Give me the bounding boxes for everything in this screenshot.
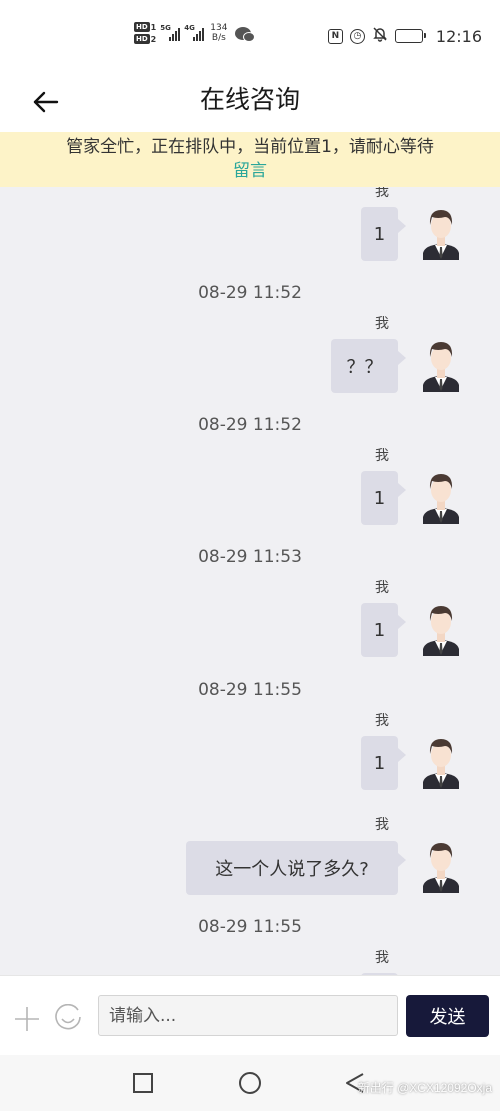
battery-icon — [394, 29, 426, 43]
send-button[interactable]: 发送 — [406, 995, 489, 1037]
message-sender: 我 — [375, 950, 389, 966]
page-title: 在线咨询 — [199, 85, 300, 114]
hd-badge-2: HD 2 — [134, 34, 157, 44]
message-sender: 我 — [375, 580, 389, 596]
message-sender: 我 — [375, 448, 389, 464]
message-timestamp: 08-29 11:55 — [198, 680, 302, 700]
user-avatar — [423, 342, 459, 392]
bell-off-icon — [372, 26, 388, 46]
message-bubble[interactable]: 1 — [361, 603, 406, 657]
recent-apps-icon[interactable] — [131, 1071, 155, 1095]
queue-notice: 管家全忙，正在排队中，当前位置1，请耐心等待 留言 — [0, 132, 500, 187]
message-sender: 我 — [375, 316, 389, 332]
watermark: 新出行 @XCX12092Oxja — [357, 1081, 492, 1095]
message-bubble[interactable]: ？？ — [331, 339, 406, 393]
user-avatar — [423, 606, 459, 656]
message-sender: 我 — [375, 817, 389, 833]
user-avatar — [423, 739, 459, 789]
status-right: N ◷ 12:16 — [327, 26, 482, 46]
user-avatar — [423, 210, 459, 260]
signal-5g-icon: 5G — [160, 24, 181, 41]
emoji-icon[interactable] — [54, 1004, 82, 1032]
nfc-icon: N — [327, 28, 343, 44]
queue-notice-text: 管家全忙，正在排队中，当前位置1，请耐心等待 — [66, 137, 434, 157]
net-speed: 134 B/s — [210, 23, 228, 43]
message-bubble[interactable]: 1 — [361, 207, 406, 261]
message-bubble[interactable]: 这一个人说了多久? — [186, 841, 406, 895]
wechat-icon — [235, 26, 256, 42]
message-timestamp: 08-29 11:52 — [198, 283, 302, 303]
message-sender: 我 — [375, 713, 389, 729]
message-input[interactable] — [98, 995, 398, 1036]
signal-4g-icon: 4G — [184, 24, 205, 41]
plus-icon[interactable] — [14, 1006, 40, 1032]
user-avatar — [423, 474, 459, 524]
clock: 12:16 — [435, 26, 482, 46]
message-bubble[interactable]: 1 — [361, 736, 406, 790]
message-bubble[interactable]: 1 — [361, 471, 406, 525]
system-nav-bar: 新出行 @XCX12092Oxja — [0, 1055, 500, 1111]
header: 在线咨询 — [0, 72, 500, 132]
message-sender: 我 — [375, 187, 389, 200]
chat-area[interactable]: 我 1 08-29 11:52 我 ？？ 08-29 11:52 我 1 08-… — [0, 187, 500, 975]
message-timestamp: 08-29 11:53 — [198, 547, 302, 567]
leave-message-link[interactable]: 留言 — [233, 159, 267, 183]
home-icon[interactable] — [238, 1071, 262, 1095]
alarm-icon: ◷ — [349, 28, 365, 44]
message-timestamp: 08-29 11:55 — [198, 917, 302, 937]
message-timestamp: 08-29 11:52 — [198, 415, 302, 435]
user-avatar — [423, 843, 459, 893]
status-bar: HD 1 HD 2 5G 4G 134 B/s N ◷ 12:16 — [0, 0, 500, 72]
message-input-bar: 发送 — [0, 975, 500, 1055]
hd-badge-1: HD 1 — [134, 22, 157, 32]
status-left: HD 1 HD 2 5G 4G 134 B/s — [134, 22, 256, 44]
hd-indicators: HD 1 HD 2 — [134, 22, 156, 44]
